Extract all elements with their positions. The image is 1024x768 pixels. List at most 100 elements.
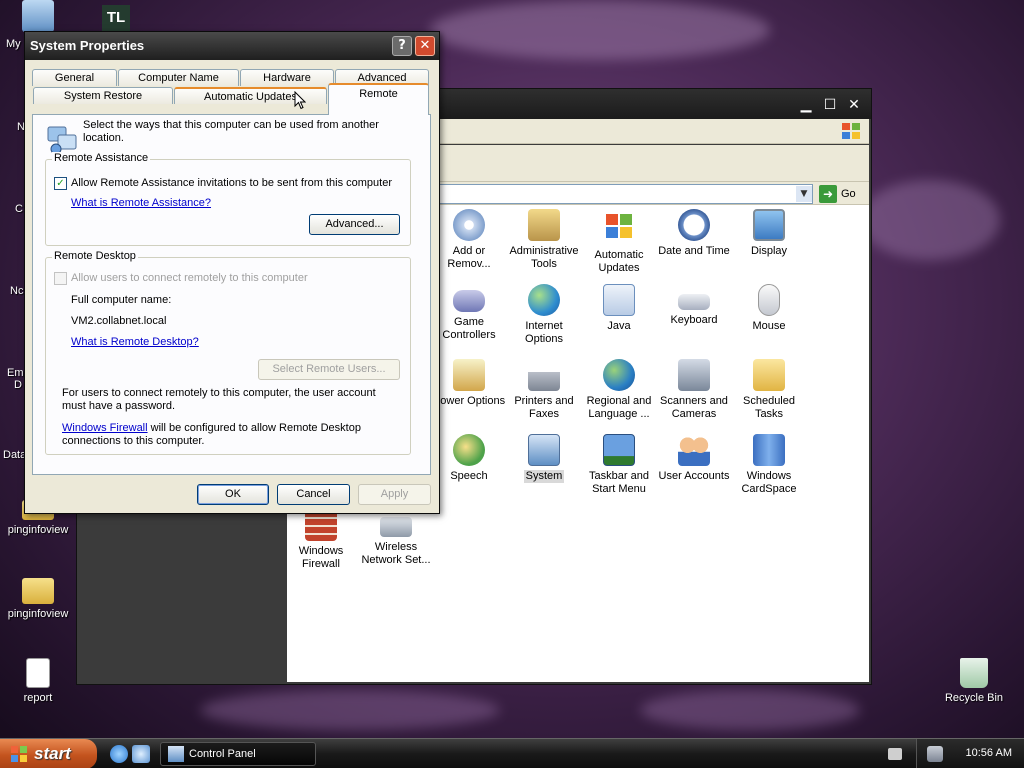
taskbar-icon bbox=[603, 434, 635, 466]
firewall-note: Windows Firewall will be configured to a… bbox=[62, 422, 398, 448]
cp-item-date-and-time[interactable]: Date and Time bbox=[656, 209, 732, 258]
remote-tab-panel: Select the ways that this computer can b… bbox=[32, 114, 431, 475]
address-input[interactable]: ▼ bbox=[439, 184, 813, 204]
select-remote-users-button[interactable]: Select Remote Users... bbox=[258, 359, 400, 380]
remote-assistance-checkbox[interactable]: ✓ bbox=[54, 177, 67, 190]
ok-button[interactable]: OK bbox=[197, 484, 269, 505]
start-button[interactable]: start bbox=[0, 739, 97, 768]
tab-hardware[interactable]: Hardware bbox=[240, 69, 334, 86]
cp-item-printers-and-faxes[interactable]: Printers and Faxes bbox=[506, 359, 582, 421]
remote-desktop-checkbox-label[interactable]: Allow users to connect remotely to this … bbox=[71, 272, 308, 285]
windows-firewall-link[interactable]: Windows Firewall bbox=[62, 422, 148, 434]
tab-general[interactable]: General bbox=[32, 69, 117, 86]
cp-item-java[interactable]: Java bbox=[581, 284, 657, 333]
cp-item-label: Printers and Faxes bbox=[514, 395, 574, 420]
desktop-label-partial: Em bbox=[7, 367, 24, 379]
dialog-titlebar[interactable]: System Properties ? ✕ bbox=[25, 32, 439, 60]
maximize-icon[interactable]: ☐ bbox=[821, 96, 839, 114]
network-tray-icon[interactable] bbox=[927, 746, 943, 762]
display-monitor-icon bbox=[753, 209, 785, 241]
keyboard-tray-icon[interactable] bbox=[888, 748, 902, 760]
full-computer-name-value: VM2.collabnet.local bbox=[71, 315, 167, 327]
cp-item-windows-cardspace[interactable]: Windows CardSpace bbox=[731, 434, 807, 496]
chevron-down-icon[interactable]: ▼ bbox=[796, 186, 812, 202]
close-icon[interactable]: ✕ bbox=[845, 96, 863, 114]
close-button[interactable]: ✕ bbox=[415, 36, 435, 56]
tab-remote[interactable]: Remote bbox=[328, 83, 429, 115]
cp-item-label: User Accounts bbox=[658, 470, 730, 482]
cp-item-game-controllers[interactable]: Game Controllers bbox=[431, 284, 507, 342]
clock[interactable]: 10:56 AM bbox=[966, 747, 1012, 759]
help-button[interactable]: ? bbox=[392, 36, 412, 56]
cp-item-system[interactable]: System bbox=[506, 434, 582, 483]
cp-item-user-accounts[interactable]: User Accounts bbox=[656, 434, 732, 483]
what-is-remote-assistance-link[interactable]: What is Remote Assistance? bbox=[71, 197, 211, 209]
cp-item-speech[interactable]: Speech bbox=[431, 434, 507, 483]
password-note: For users to connect remotely to this co… bbox=[62, 387, 376, 412]
cp-item-display[interactable]: Display bbox=[731, 209, 807, 258]
cp-item-automatic-updates[interactable]: Automatic Updates bbox=[581, 209, 657, 275]
remote-desktop-group: Remote Desktop Allow users to connect re… bbox=[45, 250, 411, 455]
remote-assistance-checkbox-label[interactable]: Allow Remote Assistance invitations to b… bbox=[71, 177, 392, 190]
remote-assistance-group: Remote Assistance ✓ Allow Remote Assista… bbox=[45, 152, 411, 246]
cp-item-label: Wireless Network Set... bbox=[361, 541, 431, 566]
mouse-icon bbox=[758, 284, 780, 316]
desktop-label-partial: Nc bbox=[10, 285, 24, 297]
cp-item-keyboard[interactable]: Keyboard bbox=[656, 284, 732, 327]
desktop-label-partial: Data bbox=[3, 449, 27, 461]
cp-item-power-options[interactable]: Power Options bbox=[431, 359, 507, 408]
cp-item-scanners-and-cameras[interactable]: Scanners and Cameras bbox=[656, 359, 732, 421]
tab-system-restore[interactable]: System Restore bbox=[33, 87, 173, 104]
cp-item-taskbar-and-start-menu[interactable]: Taskbar and Start Menu bbox=[581, 434, 657, 496]
cp-item-wireless-network-setup[interactable]: Wireless Network Set... bbox=[358, 509, 434, 567]
desktop-icon-recycle-bin[interactable]: Recycle Bin bbox=[936, 658, 1012, 704]
cp-item-label: Java bbox=[607, 320, 631, 332]
cp-item-scheduled-tasks[interactable]: Scheduled Tasks bbox=[731, 359, 807, 421]
cp-item-internet-options[interactable]: Internet Options bbox=[506, 284, 582, 346]
cp-item-label: Mouse bbox=[752, 320, 786, 332]
wallpaper-streak bbox=[430, 0, 770, 60]
cp-item-regional-and-language[interactable]: Regional and Language ... bbox=[581, 359, 657, 421]
cp-item-label: Administrative Tools bbox=[509, 245, 579, 270]
taskbar-button-label: Control Panel bbox=[189, 748, 256, 760]
java-cup-icon bbox=[603, 284, 635, 316]
wireless-usb-icon bbox=[380, 517, 412, 537]
cp-item-label: Power Options bbox=[432, 395, 506, 407]
internet-explorer-icon[interactable] bbox=[110, 745, 128, 763]
minimize-icon[interactable]: ▁ bbox=[797, 96, 815, 114]
taskbar-button-control-panel[interactable]: Control Panel bbox=[160, 742, 316, 766]
cp-item-label: Keyboard bbox=[670, 314, 718, 326]
address-bar: ▼ ➜ Go bbox=[439, 181, 869, 205]
apply-button[interactable]: Apply bbox=[358, 484, 431, 505]
desktop-icon-label: pinginfoview bbox=[7, 524, 69, 536]
desktop-icon-report[interactable]: report bbox=[0, 658, 76, 704]
system-tray: 10:56 AM bbox=[916, 739, 1024, 768]
go-arrow-icon: ➜ bbox=[819, 185, 837, 203]
taskbar: start Control Panel 10:56 AM bbox=[0, 738, 1024, 768]
cp-item-mouse[interactable]: Mouse bbox=[731, 284, 807, 333]
tl-app-icon[interactable]: TL bbox=[102, 5, 130, 31]
desktop-icon-pinginfoview[interactable]: pinginfoview bbox=[0, 578, 76, 620]
recycle-bin-icon bbox=[960, 658, 988, 688]
advanced-button[interactable]: Advanced... bbox=[309, 214, 400, 235]
cp-item-windows-firewall[interactable]: Windows Firewall bbox=[283, 509, 359, 571]
cp-item-label: Game Controllers bbox=[442, 316, 496, 341]
desktop-icon-label: Recycle Bin bbox=[944, 692, 1004, 704]
go-label: Go bbox=[841, 188, 856, 200]
cp-item-label: Regional and Language ... bbox=[586, 395, 652, 420]
cp-item-add-remove-programs[interactable]: Add or Remov... bbox=[431, 209, 507, 271]
remote-desktop-label: Remote Desktop bbox=[52, 250, 138, 262]
cp-item-administrative-tools[interactable]: Administrative Tools bbox=[506, 209, 582, 271]
go-button[interactable]: ➜ Go bbox=[819, 184, 856, 204]
remote-assistance-label: Remote Assistance bbox=[52, 152, 151, 164]
cp-item-label: Windows Firewall bbox=[298, 545, 344, 570]
power-plug-icon bbox=[453, 359, 485, 391]
speech-bubble-icon bbox=[453, 434, 485, 466]
tab-computer-name[interactable]: Computer Name bbox=[118, 69, 239, 86]
cancel-button[interactable]: Cancel bbox=[277, 484, 350, 505]
remote-intro-text: Select the ways that this computer can b… bbox=[83, 119, 379, 144]
remote-desktop-checkbox[interactable] bbox=[54, 272, 67, 285]
what-is-remote-desktop-link[interactable]: What is Remote Desktop? bbox=[71, 336, 199, 348]
system-computer-icon bbox=[528, 434, 560, 466]
quick-launch-icon[interactable] bbox=[132, 745, 150, 763]
